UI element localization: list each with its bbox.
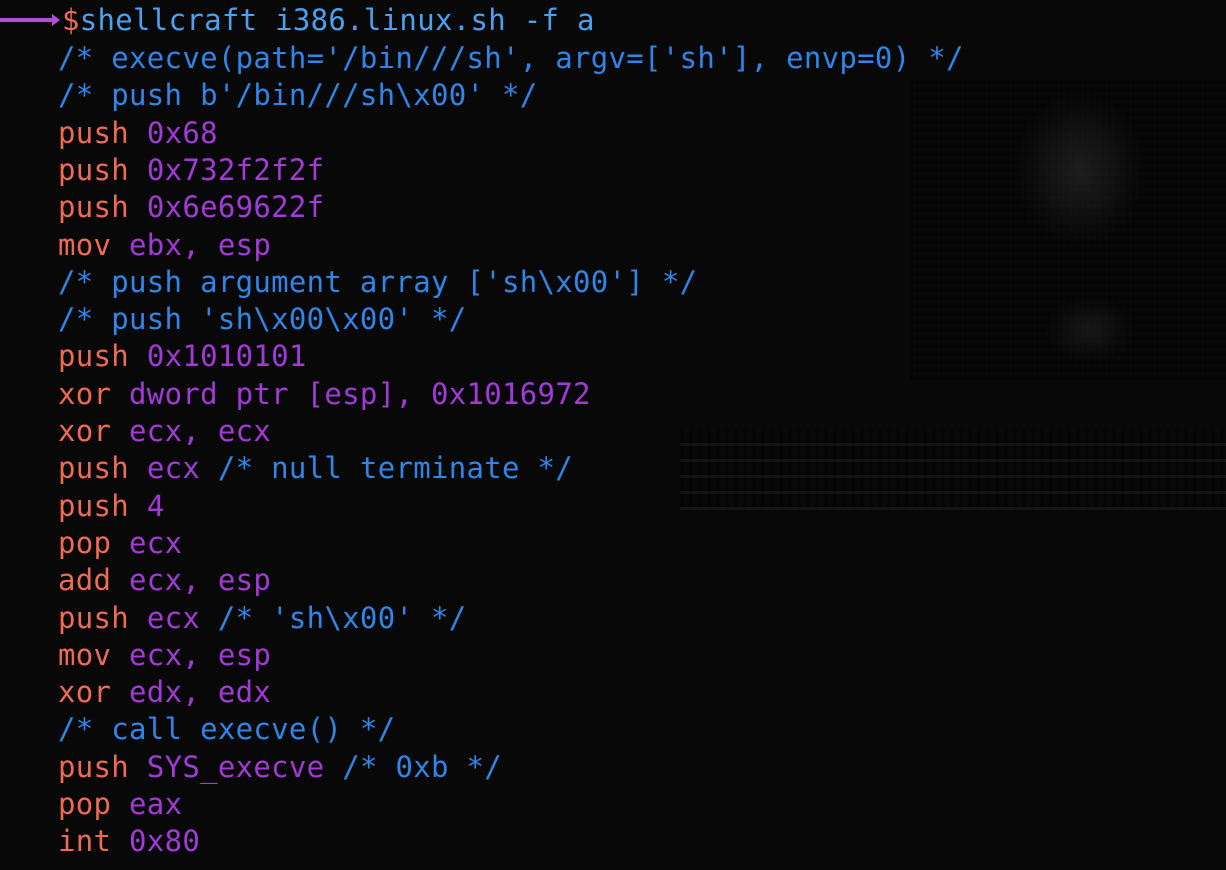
instruction-line: push ecx /* null terminate */ [58, 450, 573, 486]
instruction-line: add ecx, esp [58, 562, 271, 598]
comment-text: /* push b'/bin///sh\x00' */ [58, 78, 538, 113]
instruction-line: pop ecx [58, 525, 182, 561]
instruction-operand: edx, edx [129, 675, 272, 710]
comment-text: /* push 'sh\x00\x00' */ [58, 302, 467, 337]
instruction-mnemonic: push [58, 600, 130, 635]
instruction-mnemonic: push [58, 749, 130, 784]
comment-line: /* push argument array ['sh\x00'] */ [58, 264, 697, 300]
comment-line: /* push 'sh\x00\x00' */ [58, 301, 466, 337]
comment-text: /* call execve() */ [58, 712, 396, 747]
instruction-line: push 0x68 [58, 115, 218, 151]
instruction-line: push 0x1010101 [58, 338, 307, 374]
skull-ascii-art [910, 80, 1226, 380]
instruction-mnemonic: push [58, 152, 130, 187]
comment-line: /* call execve() */ [58, 711, 395, 747]
instruction-mnemonic: mov [58, 227, 112, 262]
instruction-line: xor ecx, ecx [58, 413, 271, 449]
instruction-mnemonic: xor [58, 376, 112, 411]
instruction-line: pop eax [58, 786, 182, 822]
banner-ascii-art [680, 430, 1226, 510]
inline-comment: /* 0xb */ [342, 749, 503, 784]
instruction-mnemonic: mov [58, 637, 112, 672]
instruction-operand: ecx, ecx [129, 414, 272, 448]
comment-text: /* push argument array ['sh\x00'] */ [58, 264, 698, 299]
instruction-operand: ecx [129, 525, 183, 560]
instruction-line: mov ecx, esp [58, 637, 271, 673]
instruction-operand: 0x80 [129, 824, 201, 859]
inline-comment: /* null terminate */ [217, 451, 574, 486]
instruction-line: int 0x80 [58, 823, 200, 859]
instruction-operand: SYS_execve [146, 749, 325, 784]
instruction-operand: ecx, esp [129, 563, 272, 598]
instruction-operand: 0x68 [146, 115, 218, 150]
inline-comment: /* 'sh\x00' */ [217, 600, 467, 635]
instruction-line: xor edx, edx [58, 674, 271, 710]
instruction-operand: 0x6e69622f [146, 190, 325, 225]
instruction-operand: ecx, esp [129, 637, 272, 672]
instruction-mnemonic: int [58, 824, 112, 859]
instruction-mnemonic: xor [58, 675, 112, 710]
instruction-line: push SYS_execve /* 0xb */ [58, 749, 502, 785]
instruction-mnemonic: pop [58, 787, 112, 821]
prompt-symbol: $ [62, 3, 80, 37]
instruction-mnemonic: pop [58, 525, 112, 560]
instruction-mnemonic: push [58, 115, 130, 150]
background-ascii-art [680, 80, 1226, 540]
instruction-line: push 0x732f2f2f [58, 152, 324, 188]
comment-line: /* execve(path='/bin///sh', argv=['sh'],… [58, 40, 964, 76]
instruction-operand: 0x1010101 [146, 339, 307, 374]
prompt-arrow-icon [0, 14, 60, 26]
command-text[interactable]: shellcraft i386.linux.sh -f a [80, 3, 595, 37]
instruction-operand: dword ptr [esp], 0x1016972 [129, 376, 591, 411]
instruction-operand: 4 [146, 488, 165, 523]
instruction-line: push ecx /* 'sh\x00' */ [58, 600, 467, 636]
instruction-line: push 4 [58, 488, 165, 524]
instruction-mnemonic: push [58, 488, 130, 523]
prompt-line: $ shellcraft i386.linux.sh -f a [0, 2, 595, 38]
instruction-operand: 0x732f2f2f [146, 152, 325, 187]
instruction-mnemonic: push [58, 190, 130, 225]
instruction-mnemonic: add [58, 563, 112, 598]
instruction-mnemonic: xor [58, 414, 112, 448]
instruction-line: push 0x6e69622f [58, 189, 324, 225]
instruction-operand: ebx, esp [129, 227, 272, 262]
instruction-line: xor dword ptr [esp], 0x1016972 [58, 376, 591, 412]
instruction-operand: eax [129, 787, 183, 821]
instruction-operand: ecx [146, 600, 201, 635]
terminal-window[interactable]: $ shellcraft i386.linux.sh -f a /* execve… [0, 0, 1226, 870]
comment-text: /* execve(path='/bin///sh', argv=['sh'],… [58, 41, 964, 75]
instruction-mnemonic: push [58, 339, 130, 374]
comment-line: /* push b'/bin///sh\x00' */ [58, 77, 538, 113]
instruction-line: mov ebx, esp [58, 227, 271, 263]
instruction-operand: ecx [146, 451, 201, 486]
instruction-mnemonic: push [58, 451, 130, 486]
